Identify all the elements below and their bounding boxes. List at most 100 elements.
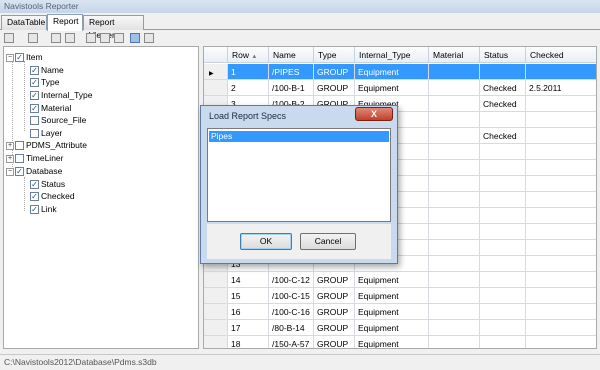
chart-icon[interactable] (100, 33, 110, 43)
collapse-icon[interactable]: − (6, 53, 14, 62)
cell-status[interactable] (480, 224, 526, 240)
cell-material[interactable] (429, 160, 480, 176)
cell-row[interactable]: 18 (228, 336, 269, 348)
cell-name[interactable]: /100-B-1 (269, 80, 314, 96)
cell-internal[interactable]: Equipment (355, 64, 429, 80)
cell-material[interactable] (429, 176, 480, 192)
expand-icon[interactable]: + (6, 154, 14, 163)
checkbox[interactable]: ✓ (30, 116, 39, 126)
cell-material[interactable] (429, 272, 480, 288)
column-header-status[interactable]: Status (480, 47, 526, 63)
cell-status[interactable] (480, 336, 526, 348)
cell-status[interactable] (480, 256, 526, 272)
cell-material[interactable] (429, 64, 480, 80)
cell-checked[interactable] (526, 160, 596, 176)
cell-material[interactable] (429, 256, 480, 272)
cell-material[interactable] (429, 80, 480, 96)
cell-status[interactable] (480, 208, 526, 224)
checkbox[interactable]: ✓ (15, 141, 24, 151)
cell-material[interactable] (429, 336, 480, 348)
cell-status[interactable] (480, 112, 526, 128)
checkbox[interactable]: ✓ (30, 205, 39, 215)
close-icon[interactable]: X (355, 107, 393, 121)
cell-material[interactable] (429, 288, 480, 304)
collapse-icon[interactable]: − (6, 167, 14, 176)
cell-material[interactable] (429, 128, 480, 144)
cell-type[interactable]: GROUP (314, 320, 355, 336)
cell-status[interactable] (480, 64, 526, 80)
cell-checked[interactable] (526, 128, 596, 144)
cell-status[interactable] (480, 176, 526, 192)
checkbox[interactable]: ✓ (30, 104, 39, 114)
row-header[interactable] (204, 288, 228, 304)
tree-node-link[interactable]: ✓ Link (30, 203, 57, 215)
export-icon[interactable] (114, 33, 124, 43)
cell-status[interactable]: Checked (480, 80, 526, 96)
cell-internal[interactable]: Equipment (355, 80, 429, 96)
open-icon[interactable] (65, 33, 75, 43)
settings-icon[interactable] (86, 33, 96, 43)
list-icon[interactable] (4, 33, 14, 43)
column-header-row[interactable]: Row ▲ (228, 47, 269, 63)
row-header[interactable] (204, 304, 228, 320)
checkbox[interactable]: ✓ (30, 180, 39, 190)
tree-node-layer[interactable]: ✓Layer (30, 127, 62, 139)
cell-material[interactable] (429, 112, 480, 128)
cell-status[interactable]: Checked (480, 128, 526, 144)
cell-row[interactable]: 1 (228, 64, 269, 80)
cell-name[interactable]: /PIPES (269, 64, 314, 80)
checkbox[interactable]: ✓ (30, 66, 39, 76)
cell-checked[interactable] (526, 176, 596, 192)
cell-internal[interactable]: Equipment (355, 336, 429, 348)
tree-node-status[interactable]: ✓ Status (30, 178, 65, 190)
expand-icon[interactable]: + (6, 141, 14, 150)
cell-status[interactable]: Checked (480, 96, 526, 112)
cell-type[interactable]: GROUP (314, 80, 355, 96)
tree-node-name[interactable]: ✓ Name (30, 64, 64, 76)
cell-status[interactable] (480, 192, 526, 208)
cell-material[interactable] (429, 96, 480, 112)
tree-node-item[interactable]: − ✓ Item (6, 51, 43, 63)
cancel-button[interactable]: Cancel (300, 233, 356, 250)
tree-node-source-file[interactable]: ✓Source_File (30, 114, 86, 126)
tree-node-timeliner[interactable]: +✓TimeLiner (6, 152, 63, 164)
cell-status[interactable] (480, 144, 526, 160)
tree-node-checked[interactable]: ✓ Checked (30, 190, 75, 202)
row-header[interactable] (204, 320, 228, 336)
table-row[interactable]: ▶ 1/PIPES GROUP Equipment (204, 64, 596, 80)
table-row[interactable]: 16/100-C-16 GROUP Equipment (204, 304, 596, 320)
cell-checked[interactable] (526, 224, 596, 240)
cell-internal[interactable]: Equipment (355, 304, 429, 320)
tab-datatable[interactable]: DataTable (1, 15, 47, 30)
tree-node-internal-type[interactable]: ✓ Internal_Type (30, 89, 93, 101)
cell-name[interactable]: /150-A-57 (269, 336, 314, 348)
cell-row[interactable]: 14 (228, 272, 269, 288)
cell-type[interactable]: GROUP (314, 64, 355, 80)
column-header-checked[interactable]: Checked (526, 47, 596, 63)
checkbox[interactable]: ✓ (15, 53, 24, 63)
cell-row[interactable]: 15 (228, 288, 269, 304)
cell-checked[interactable] (526, 112, 596, 128)
tree-node-material[interactable]: ✓ Material (30, 102, 71, 114)
cell-material[interactable] (429, 192, 480, 208)
cell-status[interactable] (480, 272, 526, 288)
cell-material[interactable] (429, 144, 480, 160)
row-header[interactable] (204, 80, 228, 96)
cell-internal[interactable]: Equipment (355, 272, 429, 288)
tab-report-viewer[interactable]: Report Viewer (83, 15, 144, 40)
cell-status[interactable] (480, 288, 526, 304)
cell-status[interactable] (480, 304, 526, 320)
report-spec-list[interactable]: Pipes (207, 128, 391, 222)
cell-material[interactable] (429, 304, 480, 320)
row-header[interactable] (204, 336, 228, 348)
view-icon[interactable] (130, 33, 140, 43)
cell-material[interactable] (429, 240, 480, 256)
cell-row[interactable]: 17 (228, 320, 269, 336)
cell-type[interactable]: GROUP (314, 304, 355, 320)
cell-row[interactable]: 16 (228, 304, 269, 320)
add-icon[interactable] (28, 33, 38, 43)
cell-status[interactable] (480, 160, 526, 176)
row-header[interactable]: ▶ (204, 64, 228, 80)
list-item[interactable]: Pipes (209, 131, 389, 142)
cell-checked[interactable] (526, 96, 596, 112)
